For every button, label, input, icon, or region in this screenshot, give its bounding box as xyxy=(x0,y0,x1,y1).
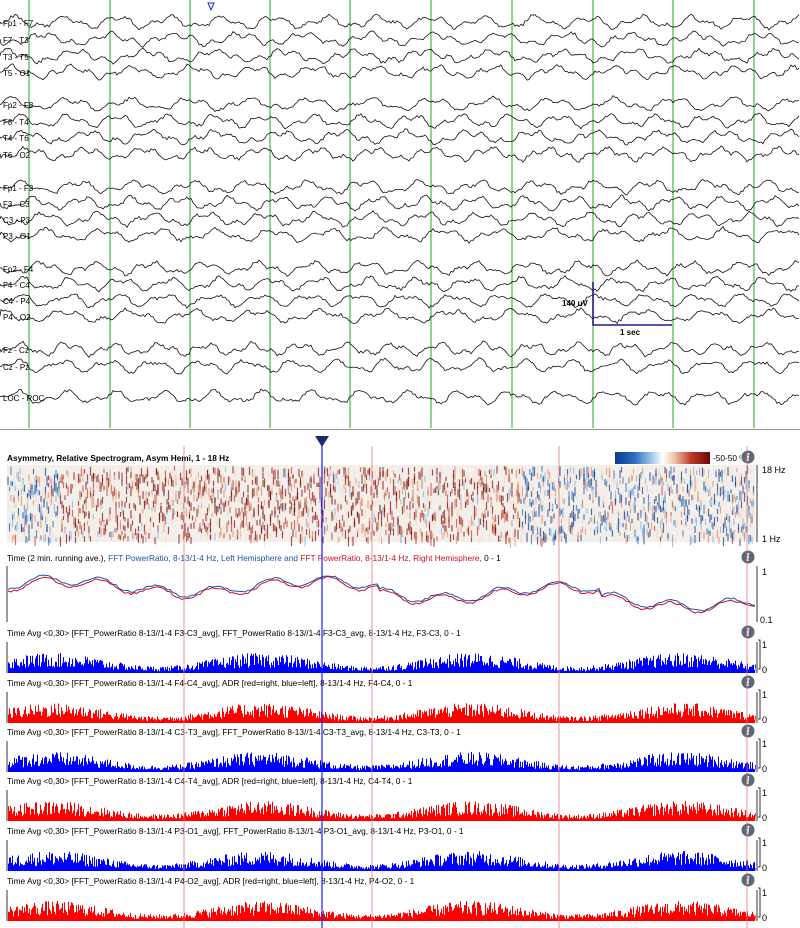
channel-label: Cz - Pz xyxy=(3,363,29,372)
channel-label: C4 - P4 xyxy=(3,297,31,306)
channel-label: T5 - O1 xyxy=(3,69,31,78)
channel-label: F4 - C4 xyxy=(3,281,30,290)
channel-label: C3 - P3 xyxy=(3,216,31,225)
info-icon[interactable]: i xyxy=(740,674,756,690)
channel-label: F8 - T4 xyxy=(3,118,29,127)
channel-label: P4 - O2 xyxy=(3,313,31,322)
info-icon[interactable]: i xyxy=(740,772,756,788)
bar-panel-y-bottom: 0 xyxy=(762,913,767,923)
powerratio-bar-panel: Time Avg <0,30> [FFT_PowerRatio 8-13//1-… xyxy=(6,624,767,675)
scale-amplitude-label: 140 uV xyxy=(562,299,588,308)
eeg-traces xyxy=(0,13,800,406)
colormap-legend xyxy=(615,452,710,464)
eeg-trace xyxy=(0,388,800,406)
eeg-trace xyxy=(0,259,800,277)
powerratio-bar-panel: Time Avg <0,30> [FFT_PowerRatio 8-13//1-… xyxy=(6,674,767,725)
channel-label: Fp1 - F3 xyxy=(3,184,34,193)
powerratio-bars xyxy=(8,653,756,673)
scale-time-label: 1 sec xyxy=(620,328,641,337)
bar-panel-title: Time Avg <0,30> [FFT_PowerRatio 8-13//1-… xyxy=(7,628,461,638)
bar-panel-title: Time Avg <0,30> [FFT_PowerRatio 8-13//1-… xyxy=(7,826,464,836)
eeg-trace xyxy=(0,307,800,325)
bar-panel-y-bottom: 0 xyxy=(762,764,767,774)
cursor-triangle-icon[interactable] xyxy=(315,436,329,447)
bar-panel-y-bottom: 0 xyxy=(762,863,767,873)
left-hemisphere-trace xyxy=(7,574,756,612)
powerratio-bars xyxy=(8,851,756,871)
trend-y-top: 1 xyxy=(762,567,767,577)
bar-panel-y-top: 1 xyxy=(762,690,767,700)
info-icon[interactable]: i xyxy=(740,872,756,888)
bar-panel-title: Time Avg <0,30> [FFT_PowerRatio 8-13//1-… xyxy=(7,876,415,886)
info-icon[interactable]: i xyxy=(740,723,756,739)
eeg-trace xyxy=(0,30,800,48)
channel-label: T6 - O2 xyxy=(3,151,31,160)
eeg-trace xyxy=(0,94,800,113)
channel-label: LOC - ROC xyxy=(3,394,45,403)
eeg-trace xyxy=(0,47,800,65)
eeg-trace xyxy=(0,178,800,196)
bar-panel-title: Time Avg <0,30> [FFT_PowerRatio 8-13//1-… xyxy=(7,678,413,688)
powerratio-bar-panel: Time Avg <0,30> [FFT_PowerRatio 8-13//1-… xyxy=(6,872,767,923)
trend-title: Time (2 min. running ave.), FFT PowerRat… xyxy=(7,553,501,563)
channel-label: P3 - O1 xyxy=(3,232,31,241)
powerratio-bars xyxy=(8,751,756,772)
channel-label: Fz - Cz xyxy=(3,346,29,355)
bar-panel-y-bottom: 0 xyxy=(762,665,767,675)
bar-panel-y-top: 1 xyxy=(762,788,767,798)
powerratio-bar-panel: Time Avg <0,30> [FFT_PowerRatio 8-13//1-… xyxy=(6,822,767,873)
bar-panel-y-bottom: 0 xyxy=(762,813,767,823)
eeg-trace xyxy=(0,275,800,293)
spectrogram-title: Asymmetry, Relative Spectrogram, Asym He… xyxy=(7,453,229,463)
bar-panel-y-top: 1 xyxy=(762,888,767,898)
bar-panel-y-bottom: 0 xyxy=(762,715,767,725)
right-hemisphere-trace xyxy=(7,576,756,614)
eeg-trace xyxy=(0,293,800,309)
bar-panel-y-top: 1 xyxy=(762,838,767,848)
bar-panel-title: Time Avg <0,30> [FFT_PowerRatio 8-13//1-… xyxy=(7,727,461,737)
info-icon[interactable]: i xyxy=(740,822,756,838)
powerratio-bar-panel: Time Avg <0,30> [FFT_PowerRatio 8-13//1-… xyxy=(6,723,767,774)
calibration-scale-bar: 140 uV 1 sec xyxy=(562,282,672,337)
channel-label: F7 - T3 xyxy=(3,36,29,45)
channel-label: T3 - T5 xyxy=(3,53,29,62)
eeg-trace xyxy=(0,194,800,212)
top-cursor-marker-icon[interactable] xyxy=(207,2,215,12)
bar-panel-y-top: 1 xyxy=(762,739,767,749)
channel-label: Fp1 - F7 xyxy=(3,19,34,28)
eeg-trace xyxy=(0,145,800,163)
bar-panel-y-top: 1 xyxy=(762,640,767,650)
powerratio-bars xyxy=(8,703,756,723)
trend-y-bottom: 0.1 xyxy=(760,615,773,625)
info-icon[interactable]: i xyxy=(740,624,756,640)
channel-label: F3 - C3 xyxy=(3,200,30,209)
eeg-trace xyxy=(0,128,800,146)
info-icon[interactable]: i xyxy=(740,449,756,465)
eeg-trace xyxy=(0,340,800,358)
powerratio-bars xyxy=(8,900,756,921)
qeeg-trend-panel[interactable]: Asymmetry, Relative Spectrogram, Asym He… xyxy=(0,431,800,928)
eeg-trace xyxy=(0,357,800,375)
freq-top-label: 18 Hz xyxy=(762,465,786,475)
eeg-trace xyxy=(0,226,800,244)
eeg-trace xyxy=(0,63,800,81)
channel-label: T4 - T6 xyxy=(3,134,29,143)
channel-label: Fp2 - F4 xyxy=(3,265,34,274)
eeg-montage-panel[interactable]: Fp1 - F7 F7 - T3 T3 - T5 T5 - O1 Fp2 - F8 F8 … xyxy=(0,0,800,430)
eeg-trace xyxy=(0,13,800,31)
eeg-trace xyxy=(0,112,800,130)
channel-labels: Fp1 - F7 F7 - T3 T3 - T5 T5 - O1 Fp2 - F8 F8 … xyxy=(3,19,45,403)
info-icon[interactable]: i xyxy=(740,549,756,565)
freq-bottom-label: 1 Hz xyxy=(762,534,781,544)
powerratio-bar-panel: Time Avg <0,30> [FFT_PowerRatio 8-13//1-… xyxy=(6,772,767,823)
channel-label: Fp2 - F8 xyxy=(3,101,34,110)
powerratio-bars xyxy=(8,801,756,821)
eeg-trace xyxy=(0,210,800,229)
bar-panel-title: Time Avg <0,30> [FFT_PowerRatio 8-13//1-… xyxy=(7,776,413,786)
